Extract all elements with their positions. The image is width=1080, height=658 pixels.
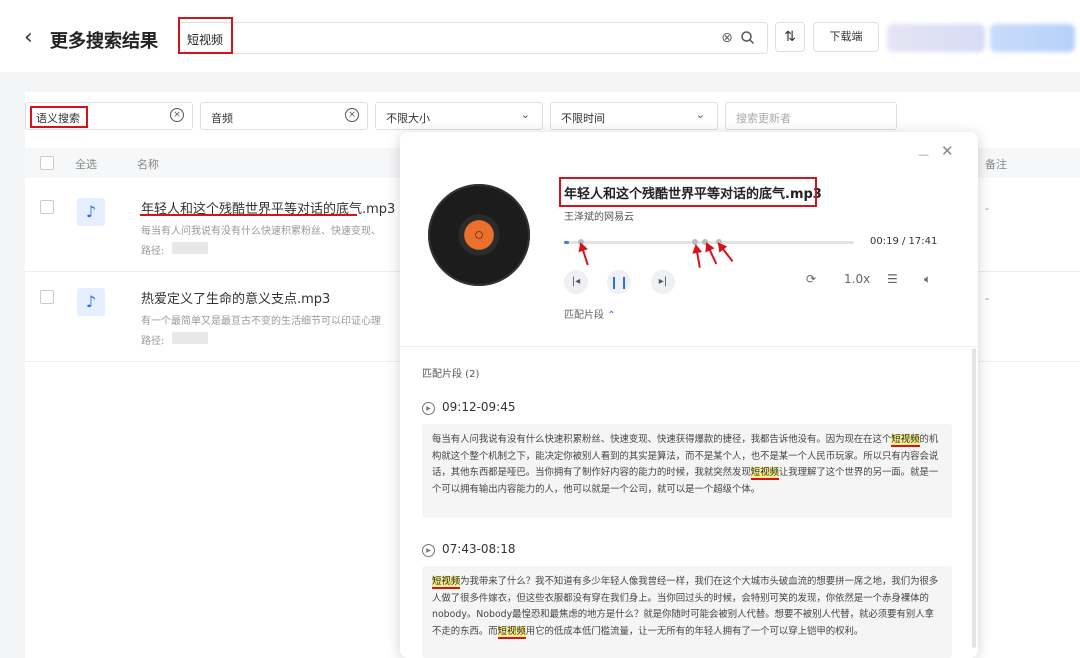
path-label: 路径: xyxy=(141,246,165,257)
vinyl-disc-icon xyxy=(428,184,530,286)
select-all-checkbox[interactable] xyxy=(40,156,54,170)
path-value-blurred xyxy=(172,242,208,254)
download-button[interactable]: 下载端 xyxy=(813,22,879,52)
segment-range: 09:12-09:45 xyxy=(442,400,516,414)
previous-icon[interactable]: |◂ xyxy=(564,270,588,294)
segments-toggle-label: 匹配片段 xyxy=(564,310,604,321)
file-snippet: 有一个最简单又是最亘古不变的生活细节可以印证心理 xyxy=(141,316,381,327)
blurred-button[interactable] xyxy=(990,24,1075,52)
keyword-highlight: 短视频 xyxy=(891,434,920,447)
scrollbar[interactable] xyxy=(972,348,976,648)
keyword-highlight: 短视频 xyxy=(432,576,461,589)
segment-text-part: 每当有人问我说有没有什么快速积累粉丝、快速变现、快速获得爆款的捷径，我都告诉他没… xyxy=(432,434,892,445)
play-segment-icon[interactable]: ▶ xyxy=(422,544,435,557)
sort-icon[interactable]: ⇅ xyxy=(775,22,805,52)
music-file-icon: ♪ xyxy=(77,198,105,226)
column-remark-header: 备注 xyxy=(985,158,1007,171)
segment-text: 短视频为我带来了什么？我不知道有多少年轻人像我曾经一样，我们在这个大城市头破血流… xyxy=(422,566,952,658)
keyword-highlight: 短视频 xyxy=(750,467,779,480)
minimize-icon[interactable]: — xyxy=(918,148,929,161)
chevron-up-icon: ⌃ xyxy=(607,310,616,321)
size-label: 不限大小 xyxy=(386,112,430,125)
keyword-highlight: 短视频 xyxy=(497,625,526,639)
clear-icon[interactable]: ⊗ xyxy=(717,28,737,48)
column-name-header: 名称 xyxy=(137,158,159,171)
time-label: 不限时间 xyxy=(561,112,605,125)
segment-text-part: 用它的低成本低门槛流量，让一无所有的年轻人拥有了一个可以穿上铠甲的权利。 xyxy=(525,625,864,637)
time-display: 00:19 / 17:41 xyxy=(870,236,938,247)
path-label: 路径: xyxy=(141,336,165,347)
search-icon[interactable] xyxy=(739,29,757,47)
page-title: 更多搜索结果 xyxy=(50,31,158,52)
updater-search-input[interactable]: 搜索更新者 xyxy=(725,102,897,130)
top-bar: ‹ 更多搜索结果 短视频 ⊗ ⇅ 下载端 xyxy=(0,0,1080,72)
remark-value: - xyxy=(985,202,989,215)
segments-toggle[interactable]: 匹配片段 ⌃ xyxy=(564,306,616,321)
type-filter[interactable]: 音频 × xyxy=(200,102,368,130)
play-segment-icon[interactable]: ▶ xyxy=(422,402,435,415)
row-checkbox[interactable] xyxy=(40,290,54,304)
progress-fill xyxy=(564,241,570,244)
select-all-label: 全选 xyxy=(75,158,97,171)
search-input[interactable]: 短视频 ⊗ xyxy=(178,22,768,54)
track-artist: 王泽斌的网易云 xyxy=(564,212,634,223)
playlist-icon[interactable]: ☰ xyxy=(887,272,898,286)
pause-icon[interactable]: ❙❙ xyxy=(607,270,631,294)
speed-button[interactable]: 1.0x xyxy=(844,272,870,286)
file-snippet: 每当有人问我说有没有什么快速积累粉丝、快速变现、 xyxy=(141,226,381,237)
clear-type-icon[interactable]: × xyxy=(345,108,359,122)
row-checkbox[interactable] xyxy=(40,200,54,214)
size-select[interactable]: 不限大小 ⌄ xyxy=(375,102,543,130)
volume-icon[interactable]: 🔈︎ xyxy=(924,272,931,287)
annotation-box-search xyxy=(178,17,233,54)
chevron-down-icon: ⌄ xyxy=(520,108,530,121)
music-file-icon: ♪ xyxy=(77,288,105,316)
path-value-blurred xyxy=(172,332,208,344)
remark-value: - xyxy=(985,292,989,305)
segment-range-row[interactable]: ▶ 07:43-08:18 xyxy=(422,542,516,557)
segment-text: 每当有人问我说有没有什么快速积累粉丝、快速变现、快速获得爆款的捷径，我都告诉他没… xyxy=(422,424,952,518)
clear-filter-icon[interactable]: × xyxy=(170,108,184,122)
type-filter-label: 音频 xyxy=(211,112,233,125)
file-name[interactable]: 热爱定义了生命的意义支点.mp3 xyxy=(141,288,330,307)
audio-player-dialog: — ✕ 年轻人和这个残酷世界平等对话的底气.mp3 王泽斌的网易云 00:19 … xyxy=(400,132,978,658)
segments-header: 匹配片段 (2) xyxy=(422,369,480,380)
blurred-banner xyxy=(887,24,985,52)
annotation-box-title xyxy=(559,177,817,207)
divider xyxy=(400,346,978,347)
updater-placeholder: 搜索更新者 xyxy=(736,112,791,125)
next-icon[interactable]: ▸| xyxy=(651,270,675,294)
segment-range-row[interactable]: ▶ 09:12-09:45 xyxy=(422,400,516,415)
time-select[interactable]: 不限时间 ⌄ xyxy=(550,102,718,130)
annotation-underline-filename xyxy=(140,214,357,216)
segment-range: 07:43-08:18 xyxy=(442,542,516,556)
chevron-down-icon: ⌄ xyxy=(695,108,705,121)
chevron-left-icon[interactable]: ‹ xyxy=(24,26,44,50)
close-icon[interactable]: ✕ xyxy=(941,142,954,160)
annotation-box-semantic xyxy=(30,106,88,128)
repeat-icon[interactable]: ⟳ xyxy=(806,272,816,286)
